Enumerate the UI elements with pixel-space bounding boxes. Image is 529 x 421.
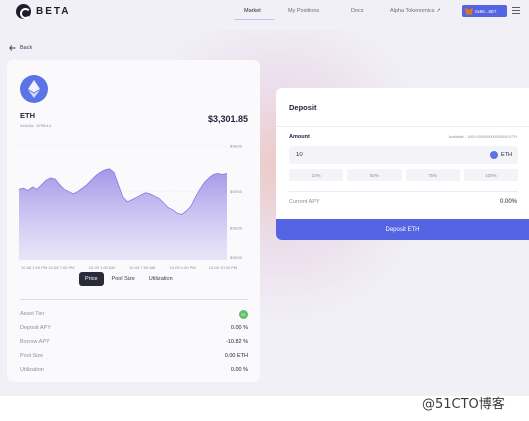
percent-options: 10% 50% 75% 100%	[289, 169, 518, 181]
stat-label: Deposit APY	[20, 325, 51, 331]
stat-borrow-apy: Borrow APY -10.82 %	[20, 335, 248, 349]
stat-deposit-apy: Deposit APY 0.00 %	[20, 321, 248, 335]
token-unit-label: ETH	[501, 152, 512, 158]
logo-icon	[16, 4, 31, 19]
arrow-left-icon	[9, 45, 16, 51]
eth-logo-icon	[20, 75, 48, 103]
available-balance: Available - 1000.000000000000000 ETH	[448, 135, 517, 139]
x-tick-label: 10-09 10:00 PM	[209, 265, 237, 270]
logo-text: BETA	[36, 6, 71, 17]
tab-pool-size[interactable]: Pool Size	[106, 272, 141, 286]
stat-value: 0.00 ETH	[224, 353, 248, 359]
y-tick-label: $SE00	[230, 189, 243, 194]
asset-address: 0x4b3a...57f9b14	[20, 123, 51, 128]
stat-label: Pool Size	[20, 353, 44, 359]
stat-label: Borrow APY	[20, 339, 50, 345]
stat-label: Asset Tier	[20, 311, 45, 317]
stat-value: -10.82 %	[225, 339, 248, 345]
percent-75-button[interactable]: 75%	[405, 169, 460, 181]
chart-tabs: Price Pool Size Utilization	[79, 272, 179, 286]
metamask-icon	[465, 7, 473, 15]
x-tick-label: 10-09 1:00 AM	[89, 265, 115, 270]
chart-area	[19, 168, 227, 260]
divider	[276, 126, 529, 127]
top-nav: BETA Market My Positions Docs Alpha Toke…	[0, 0, 529, 24]
logo[interactable]: BETA	[16, 4, 70, 19]
stat-label: Utilization	[20, 367, 44, 373]
nav-alpha-tokenomics[interactable]: Alpha Tokenomics ↗	[390, 8, 441, 14]
menu-icon[interactable]	[512, 7, 520, 15]
wallet-button[interactable]: 0x86...6E7	[462, 5, 507, 17]
tier-badge: 01	[239, 309, 248, 319]
amount-label: Amount	[289, 134, 310, 140]
nav-my-positions[interactable]: My Positions	[288, 8, 319, 14]
asset-card: ETH 0x4b3a...57f9b14 $3,301.85 $SE00 $SE0…	[7, 60, 260, 382]
tab-price[interactable]: Price	[79, 272, 104, 286]
stat-pool-size: Pool Size 0.00 ETH	[20, 349, 248, 363]
stat-asset-tier: Asset Tier 01	[20, 307, 248, 321]
asset-name: ETH	[20, 111, 35, 120]
nav-market[interactable]: Market	[244, 8, 261, 14]
stat-value: 0.00 %	[230, 325, 248, 331]
amount-input[interactable]	[289, 146, 518, 164]
eth-icon	[490, 151, 498, 159]
wallet-address: 0x86...6E7	[475, 8, 497, 14]
asset-price: $3,301.85	[207, 114, 248, 124]
percent-100-button[interactable]: 100%	[463, 169, 518, 181]
stat-value: 0.00 %	[230, 367, 248, 373]
nav-active-indicator	[234, 19, 274, 20]
y-tick-label: $SE00	[230, 144, 243, 149]
percent-10-button[interactable]: 10%	[289, 169, 344, 181]
x-tick-label: 10-08 1:00 PM	[21, 265, 47, 270]
x-tick-label: 10-09 1:00 PM	[169, 265, 195, 270]
x-tick-label: 10-08 7:00 PM	[48, 265, 74, 270]
price-chart[interactable]: $SE00 $SE00 $SE00 $SE00 10-08 1:00 PM 10-08 …	[17, 142, 252, 270]
y-tick-label: $SE00	[230, 226, 243, 231]
current-apy-value: 0.00%	[499, 199, 517, 205]
divider	[289, 191, 518, 192]
token-unit: ETH	[490, 151, 512, 159]
back-label: Back	[20, 45, 33, 51]
watermark: @51CTO博客	[422, 397, 505, 412]
back-button[interactable]: Back	[9, 45, 32, 51]
deposit-title: Deposit	[289, 103, 317, 112]
tab-utilization[interactable]: Utilization	[143, 272, 179, 286]
asset-stats: Asset Tier 01 Deposit APY 0.00 % Borrow …	[20, 307, 248, 377]
nav-docs[interactable]: Docs	[351, 8, 364, 14]
x-tick-label: 10-09 7:00 AM	[129, 265, 155, 270]
deposit-card: Deposit Amount Available - 1000.00000000…	[276, 88, 529, 240]
divider	[20, 299, 248, 300]
current-apy-label: Current APY	[289, 199, 320, 205]
stat-utilization: Utilization 0.00 %	[20, 363, 248, 377]
percent-50-button[interactable]: 50%	[347, 169, 402, 181]
y-tick-label: $SE00	[230, 255, 243, 260]
deposit-button[interactable]: Deposit ETH	[276, 219, 529, 240]
